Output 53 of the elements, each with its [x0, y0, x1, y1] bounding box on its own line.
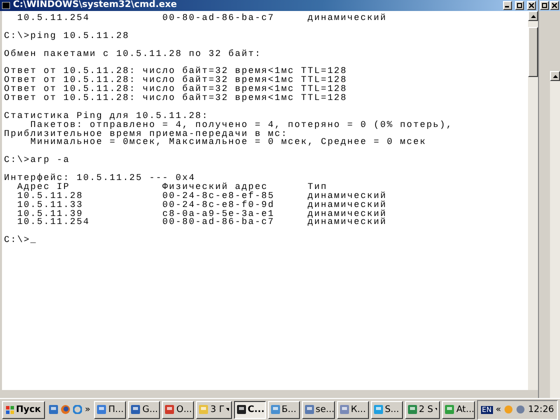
console-line: Ответ от 10.5.11.28: число байт=32 время<1мс TTL=128: [4, 94, 348, 103]
taskbar-button[interactable]: П...: [94, 400, 126, 418]
console-line: C:\>ping 10.5.11.28: [4, 32, 130, 41]
taskbar-button[interactable]: О...: [162, 400, 194, 418]
scroll-up-button[interactable]: [528, 11, 538, 21]
taskbar-button[interactable]: At...: [442, 400, 475, 418]
window-title: C:\WINDOWS\system32\cmd.exe: [13, 0, 178, 11]
minimize-icon: [505, 3, 510, 8]
close-button[interactable]: [527, 1, 536, 10]
start-button[interactable]: Пуск: [2, 400, 45, 418]
expand-tray-button[interactable]: «: [496, 404, 502, 414]
console-line: 10.5.11.254 00-80-ad-86-ba-c7 динамический: [16, 218, 388, 228]
console-line: C:\>_: [4, 236, 38, 246]
console-line: 10.5.11.33 00-24-8c-e8-f0-9d динамический: [16, 200, 388, 210]
taskbar-button[interactable]: 3 Г: [196, 400, 232, 418]
console-line: Минимальное = 0мсек, Максимальное = 0 мсек, Среднее = 0 мсек: [30, 138, 428, 148]
more-button[interactable]: »: [84, 404, 90, 414]
minimize-button[interactable]: [503, 1, 512, 10]
console-line: Ответ от 10.5.11.28: число байт=32 время<1мс TTL=128: [4, 76, 348, 86]
taskbar-button[interactable]: G...: [128, 400, 160, 418]
maximize-button[interactable]: [515, 1, 524, 10]
console-line: 10.5.11.39 c8-0a-a9-5e-3a-e1 динамический: [16, 210, 388, 218]
maximize-button[interactable]: [540, 1, 549, 10]
taskbar-button[interactable]: C...: [234, 400, 266, 418]
taskbar-button[interactable]: 2 S: [404, 400, 440, 418]
windows-flag-icon: [6, 406, 14, 414]
taskbar-button[interactable]: Б...: [268, 400, 300, 418]
console-line: Интерфейс: 10.5.11.25 --- 0x4: [4, 174, 196, 183]
close-button[interactable]: [550, 1, 559, 10]
up-arrow-icon: [530, 14, 536, 18]
taskbar-button[interactable]: se...: [302, 400, 335, 418]
console-line: Ответ от 10.5.11.28: число байт=32 время<1мс TTL=128: [4, 67, 348, 76]
dropdown-caret-icon: [226, 408, 229, 411]
console-line: 10.5.11.28 00-24-8c-e8-ef-85 динамический: [16, 192, 388, 201]
clock: 12:26: [528, 404, 554, 414]
taskbar-button[interactable]: S...: [370, 400, 403, 418]
up-arrow-icon: [552, 74, 558, 78]
console-line: Пакетов: отправлено = 4, получено = 4, потеряно = 0 (0% потерь),: [30, 120, 454, 130]
scrollbar[interactable]: [550, 71, 560, 398]
taskbar-button[interactable]: К...: [336, 400, 369, 418]
scroll-up-button[interactable]: [550, 71, 560, 81]
console-line: Приблизительное время приема-передачи в мс:: [4, 130, 288, 138]
console-line: C:\>arp -a: [4, 156, 72, 166]
dropdown-caret-icon: [435, 408, 438, 411]
scrollbar[interactable]: [528, 11, 538, 390]
console-icon: [2, 2, 10, 9]
console-line: 10.5.11.254 00-80-ad-86-ba-c7 динамический: [16, 14, 388, 23]
console-line: Обмен пакетами с 10.5.11.28 по 32 байт:: [4, 50, 262, 58]
console-line: Статистика Ping для 10.5.11.28:: [4, 112, 210, 121]
scroll-thumb[interactable]: [528, 27, 538, 77]
console-line: Ответ от 10.5.11.28: число байт=32 время<1мс TTL=128: [4, 85, 348, 94]
console-line: Адрес IP Физический адрес Тип: [17, 182, 328, 192]
desktop-icon: [48, 405, 58, 414]
